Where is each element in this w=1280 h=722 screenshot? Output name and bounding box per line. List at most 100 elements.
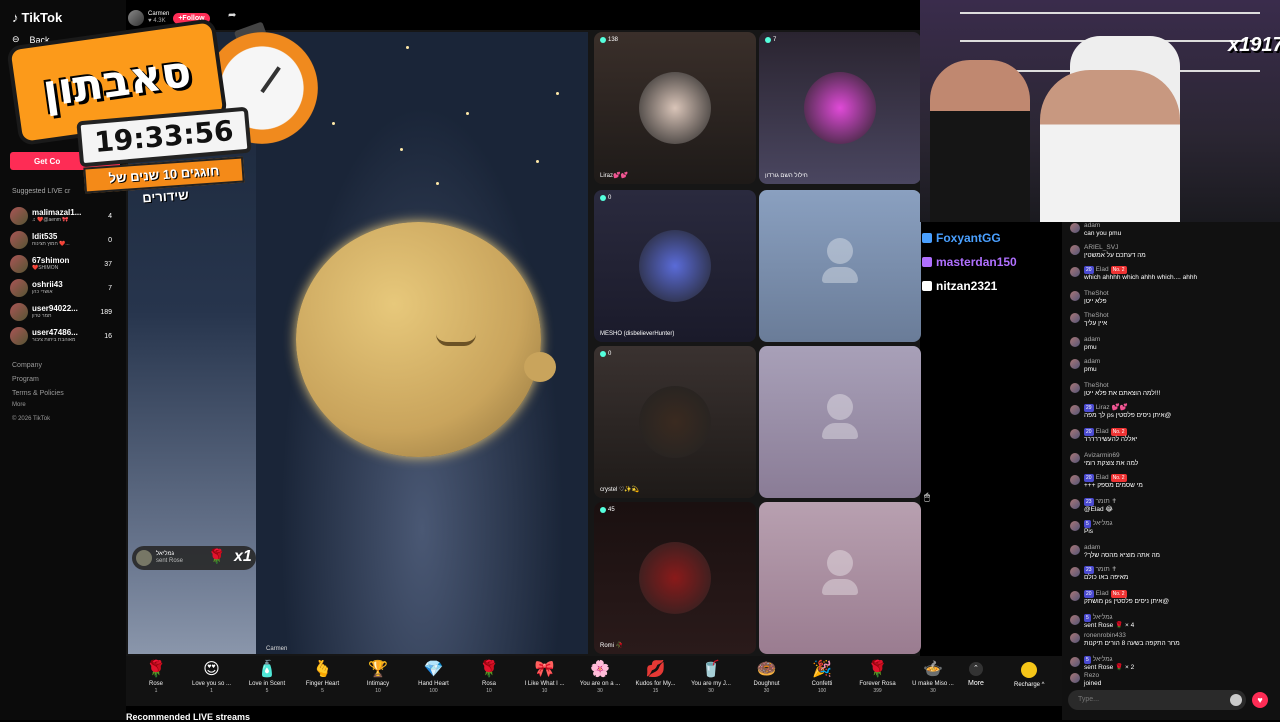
gift-price: 10	[375, 688, 381, 694]
chat-username[interactable]: תומר ✝	[1096, 498, 1117, 505]
gift-item[interactable]: 🌹 Rosa 10	[459, 660, 519, 695]
chat-message: Rezo joined	[1070, 672, 1275, 688]
guest-score: 0	[600, 195, 611, 201]
chat-username[interactable]: Rezo	[1084, 672, 1099, 679]
suggested-live-item[interactable]: malimazal1... ♫ ❤️@aenm 🎀 4	[10, 206, 112, 226]
sabbathon-overlay: סאבתון 19:33:56 חוגגים 10 שנים של שידורי…	[6, 17, 320, 206]
chat-text: joined	[1084, 680, 1102, 687]
gift-item[interactable]: 🌹 Rose 1	[126, 660, 186, 695]
chat-username[interactable]: Liraz 💕💕	[1096, 404, 1128, 411]
avatar	[1070, 633, 1080, 643]
more-gifts-button[interactable]: ⌃ More	[968, 662, 984, 687]
avatar	[1070, 359, 1080, 369]
chat-text: למה הוצאתם את פלא ייטן!!!	[1084, 390, 1161, 397]
gift-name: Intimacy	[366, 681, 390, 687]
chat-username[interactable]: Elad	[1096, 590, 1109, 597]
viewer-count: 16	[104, 332, 112, 340]
gift-icon: 🍩	[756, 661, 777, 678]
alert-username: FoxyantGG	[936, 231, 1001, 245]
footer-link[interactable]: Terms & Policies	[12, 390, 64, 397]
coin-icon	[1021, 662, 1038, 678]
chat-username[interactable]: adam	[1084, 544, 1100, 551]
like-heart-button[interactable]: ♥	[1252, 692, 1268, 708]
guest-score: 138	[600, 37, 618, 43]
chat-username[interactable]: גמליאל	[1093, 614, 1113, 621]
star	[556, 92, 559, 95]
chat-username[interactable]: Elad	[1096, 474, 1109, 481]
avatar	[1070, 223, 1080, 233]
chat-message: TheShot איין עליך	[1070, 312, 1275, 328]
empty-guest-slot[interactable]	[759, 502, 921, 654]
star	[536, 160, 539, 163]
gift-item[interactable]: 😍 Love you so ... 1	[182, 660, 242, 695]
chat-username[interactable]: adam	[1084, 222, 1100, 229]
chat-username[interactable]: גמליאל	[1093, 520, 1113, 527]
gift-item[interactable]: 🌹 Forever Rosa 399	[848, 660, 908, 695]
guest-tile[interactable]: 138 Liraz💕💕	[594, 32, 756, 184]
gift-item[interactable]: 🧴 Love in Scent 5	[237, 660, 297, 695]
guest-tile[interactable]: 45 Romi 🥀	[594, 502, 756, 654]
suggested-live-item[interactable]: ldit535 חמוץ חצינוח ❤️... 0	[10, 230, 112, 250]
footer-link[interactable]: More	[12, 402, 26, 408]
empty-guest-slot[interactable]	[759, 190, 921, 342]
guest-tile[interactable]: 0 MESHO (disbelieverHunter)	[594, 190, 756, 342]
gift-icon: 🌸	[590, 661, 610, 678]
footer-link[interactable]: Company	[12, 362, 42, 369]
avatar	[1070, 475, 1080, 485]
gift-item[interactable]: 💋 Kudos for My... 15	[626, 660, 686, 695]
footer-link[interactable]: Program	[12, 376, 39, 383]
chat-username[interactable]: Elad	[1096, 266, 1109, 273]
gift-icon: 😍	[203, 661, 220, 678]
recharge-button[interactable]: Recharge ^	[1014, 662, 1045, 688]
empty-guest-slot[interactable]	[759, 346, 921, 498]
gift-name: You are my J...	[691, 681, 731, 687]
gift-item[interactable]: 🌸 You are on a ... 30	[570, 660, 630, 695]
rank-badge: No. 2	[1110, 590, 1127, 598]
chat-message: adam pmu	[1070, 336, 1275, 352]
gift-name: Kudos for My...	[635, 681, 676, 687]
suggested-live-item[interactable]: user94022... תמר טרון 189	[10, 302, 112, 322]
footer-link[interactable]: © 2026 TikTok	[12, 416, 50, 422]
chat-username[interactable]: Avizarmin69	[1084, 452, 1120, 459]
star	[332, 122, 335, 125]
chat-username[interactable]: TheShot	[1084, 312, 1109, 319]
emoji-icon[interactable]	[1230, 694, 1242, 706]
gift-item[interactable]: 🫰 Finger Heart 5	[293, 660, 353, 695]
gift-item[interactable]: 🍲 U make Miso ... 30	[903, 660, 963, 695]
rank-badge: No. 2	[1110, 266, 1127, 274]
gift-icon: 🍲	[923, 661, 943, 678]
gift-item[interactable]: 🎉 Confetti 100	[792, 660, 852, 695]
suggested-name: user94022...	[32, 304, 78, 313]
chat-username[interactable]: ronenrobin433	[1084, 632, 1126, 639]
gift-price: 1	[154, 688, 158, 694]
viewer-count: 37	[104, 260, 112, 268]
chat-username[interactable]: TheShot	[1084, 290, 1109, 297]
guest-tile[interactable]: 7 חילול השם גורדון	[759, 32, 921, 184]
chat-username[interactable]: TheShot	[1084, 382, 1109, 389]
suggested-live-item[interactable]: 67shimon ❤️SHIMON 37	[10, 254, 112, 274]
chat-username[interactable]: גמליאל	[1093, 656, 1113, 663]
moon-nose	[524, 352, 556, 382]
chat-input[interactable]	[1068, 690, 1246, 710]
gift-item[interactable]: 🎀 I Like What I ... 10	[515, 660, 575, 695]
chat-username[interactable]: adam	[1084, 358, 1100, 365]
gift-item[interactable]: 🍩 Doughnut 30	[737, 660, 797, 695]
gift-icon: 🏆	[368, 661, 388, 678]
chat-text: sent Rose 🌹 × 2	[1084, 664, 1135, 671]
gift-item[interactable]: 💎 Hand Heart 100	[404, 660, 464, 695]
share-icon[interactable]: ➦	[228, 10, 236, 21]
avatar	[1070, 245, 1080, 255]
chat-username[interactable]: תומר ✝	[1096, 566, 1117, 573]
gift-item[interactable]: 🥤 You are my J... 30	[681, 660, 741, 695]
viewer-count: 4	[108, 212, 112, 220]
gift-item[interactable]: 🏆 Intimacy 10	[348, 660, 408, 695]
guest-tile[interactable]: 0 crystel ♡✨💫	[594, 346, 756, 498]
gift-icon: 🌹	[479, 661, 499, 678]
score-icon	[600, 37, 606, 43]
chevron-up-icon: ⌃	[968, 662, 983, 676]
chat-username[interactable]: ARIEL_SVJ	[1084, 244, 1118, 251]
chat-username[interactable]: Elad	[1096, 428, 1109, 435]
suggested-live-item[interactable]: oshrii43 אושרי כהן 7	[10, 278, 112, 298]
suggested-live-item[interactable]: user47486... מאוהבת ביחות ציבור 16	[10, 326, 112, 346]
chat-username[interactable]: adam	[1084, 336, 1100, 343]
